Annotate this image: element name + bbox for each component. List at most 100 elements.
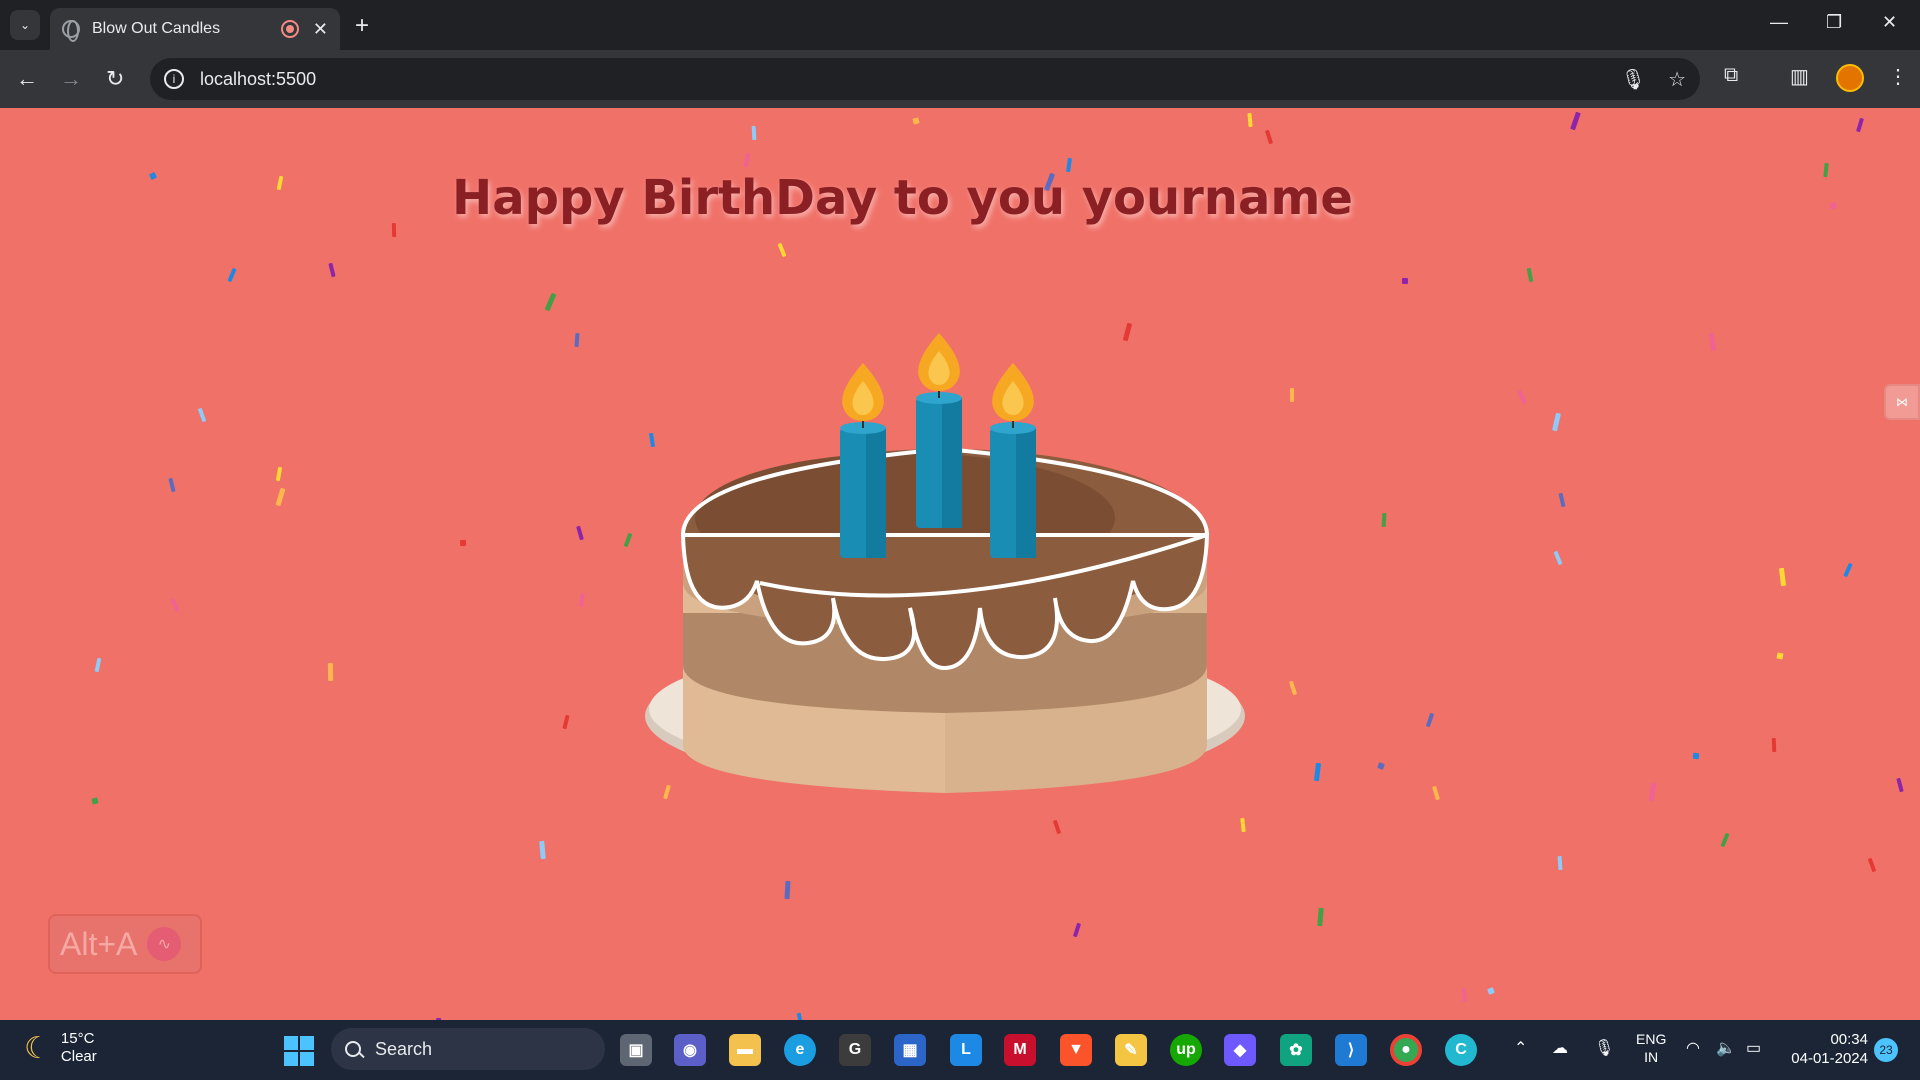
confetti-piece bbox=[1553, 550, 1563, 566]
confetti-piece bbox=[1425, 712, 1435, 728]
mcafee-icon[interactable]: M bbox=[1004, 1034, 1036, 1066]
confetti-piece bbox=[275, 466, 283, 482]
confetti-piece bbox=[170, 597, 180, 613]
url-text[interactable]: localhost:5500 bbox=[200, 69, 1599, 90]
tab-search-chevron-icon[interactable]: ⌄ bbox=[10, 10, 40, 40]
page-content: Happy BirthDay to you yourname ⋈ Alt+A ∿ bbox=[0, 108, 1920, 1020]
browser-toolbar: ← → ↻ i localhost:5500 🎙 ☆ ⧉ ▥ ⋮ bbox=[0, 50, 1920, 108]
confetti-piece bbox=[576, 525, 584, 541]
alt-a-shortcut-badge[interactable]: Alt+A ∿ bbox=[48, 914, 202, 974]
taskbar-search-label: Search bbox=[375, 1038, 433, 1059]
minimize-icon[interactable]: — bbox=[1770, 12, 1788, 33]
clock-date: 04-01-2024 bbox=[1791, 1050, 1868, 1067]
profile-avatar[interactable] bbox=[1836, 64, 1864, 92]
weather-widget[interactable]: ☾ 15°C Clear bbox=[24, 1030, 97, 1066]
confetti-piece bbox=[1867, 857, 1877, 873]
birthday-cake[interactable] bbox=[640, 323, 1250, 843]
side-extension-tab[interactable]: ⋈ bbox=[1884, 384, 1920, 420]
confetti-piece bbox=[784, 880, 791, 900]
confetti-piece bbox=[1648, 782, 1657, 802]
l-app-icon[interactable]: L bbox=[950, 1034, 982, 1066]
upwork-icon[interactable]: up bbox=[1170, 1034, 1202, 1066]
confetti-piece bbox=[227, 267, 237, 283]
side-panel-icon[interactable]: ▥ bbox=[1790, 64, 1809, 89]
reload-icon[interactable]: ↻ bbox=[106, 66, 124, 92]
taskbar-search[interactable]: Search bbox=[331, 1028, 605, 1070]
confetti-piece bbox=[1264, 129, 1274, 145]
confetti-piece bbox=[1829, 202, 1837, 210]
candle-left[interactable] bbox=[840, 363, 886, 558]
close-tab-icon[interactable]: ✕ bbox=[313, 19, 328, 40]
tray-overflow-chevron-icon[interactable]: ⌃ bbox=[1514, 1038, 1527, 1058]
onedrive-cloud-icon[interactable]: ☁ bbox=[1552, 1038, 1568, 1058]
address-bar[interactable]: i localhost:5500 🎙 ☆ bbox=[150, 58, 1700, 100]
brave-browser-icon[interactable]: ▼ bbox=[1060, 1034, 1092, 1066]
audio-wave-icon[interactable]: ∿ bbox=[147, 927, 182, 961]
menu-kebab-icon[interactable]: ⋮ bbox=[1888, 64, 1908, 89]
confetti-piece bbox=[1461, 987, 1467, 1003]
new-tab-button[interactable]: + bbox=[355, 12, 369, 40]
restore-icon[interactable]: ❐ bbox=[1826, 12, 1842, 33]
confetti-piece bbox=[1313, 762, 1322, 782]
task-view-icon[interactable]: ▣ bbox=[620, 1034, 652, 1066]
confetti-piece bbox=[1708, 332, 1717, 352]
confetti-piece bbox=[751, 125, 757, 141]
confetti-piece bbox=[544, 292, 557, 312]
confetti-piece bbox=[1401, 277, 1409, 285]
site-info-icon[interactable]: i bbox=[164, 69, 184, 89]
confetti-piece bbox=[1692, 752, 1700, 760]
confetti-piece bbox=[562, 714, 570, 730]
confetti-piece bbox=[1776, 652, 1784, 660]
microphone-icon[interactable]: 🎙 bbox=[1621, 67, 1646, 92]
g-app-icon[interactable]: G bbox=[839, 1034, 871, 1066]
teams-chat-icon[interactable]: ◉ bbox=[674, 1034, 706, 1066]
weather-temperature: 15°C bbox=[60, 1030, 95, 1047]
moon-icon: ☾ bbox=[24, 1031, 51, 1065]
confetti-piece bbox=[1317, 907, 1324, 927]
candle-middle[interactable] bbox=[916, 333, 962, 528]
confetti-piece bbox=[777, 242, 787, 258]
system-clock[interactable]: 00:34 04-01-2024 bbox=[1788, 1030, 1868, 1068]
tray-microphone-icon[interactable]: 🎙 bbox=[1594, 1038, 1614, 1058]
microsoft-store-icon[interactable]: ▦ bbox=[894, 1034, 926, 1066]
confetti-piece bbox=[743, 152, 751, 168]
back-arrow-icon[interactable]: ← bbox=[16, 66, 38, 92]
window-close-icon[interactable]: ✕ bbox=[1882, 12, 1897, 33]
chrome-icon[interactable]: ● bbox=[1390, 1034, 1422, 1066]
extensions-icon[interactable]: ⧉ bbox=[1724, 64, 1738, 87]
browser-tab[interactable]: Blow Out Candles ✕ bbox=[50, 8, 340, 50]
confetti-piece bbox=[1778, 567, 1787, 587]
confetti-piece bbox=[623, 532, 633, 548]
confetti-piece bbox=[574, 332, 580, 348]
recording-icon bbox=[280, 20, 299, 38]
edge-browser-icon[interactable]: e bbox=[784, 1034, 816, 1066]
bookmark-star-icon[interactable]: ☆ bbox=[1668, 67, 1686, 92]
confetti-piece bbox=[1720, 832, 1730, 848]
volume-icon[interactable]: 🔈 bbox=[1716, 1038, 1736, 1058]
windows-taskbar: ☾ 15°C Clear Search ▣ ◉ ▬ e G ▦ L M ▼ ✎ … bbox=[0, 1020, 1920, 1080]
confetti-piece bbox=[1432, 785, 1440, 801]
canva-icon[interactable]: C bbox=[1445, 1034, 1477, 1066]
vscode-icon[interactable]: ⟩ bbox=[1335, 1034, 1367, 1066]
diamond-app-icon[interactable]: ◆ bbox=[1224, 1034, 1256, 1066]
confetti-piece bbox=[1558, 492, 1566, 508]
windows-start-icon[interactable] bbox=[284, 1036, 314, 1066]
language-indicator[interactable]: ENG IN bbox=[1636, 1030, 1666, 1066]
battery-icon[interactable]: ▭ bbox=[1746, 1038, 1761, 1058]
sticky-notes-icon[interactable]: ✎ bbox=[1115, 1034, 1147, 1066]
confetti-piece bbox=[1247, 112, 1253, 128]
wifi-icon[interactable]: ◠ bbox=[1686, 1038, 1700, 1058]
notification-badge[interactable]: 23 bbox=[1874, 1038, 1898, 1062]
candle-right[interactable] bbox=[990, 363, 1036, 558]
confetti-piece bbox=[796, 1012, 804, 1020]
confetti-piece bbox=[1570, 111, 1581, 131]
tab-title: Blow Out Candles bbox=[92, 20, 221, 37]
confetti-piece bbox=[1856, 117, 1864, 133]
forward-arrow-icon[interactable]: → bbox=[60, 66, 82, 92]
confetti-piece bbox=[459, 539, 467, 547]
chatgpt-icon[interactable]: ✿ bbox=[1280, 1034, 1312, 1066]
confetti-piece bbox=[94, 657, 102, 673]
file-explorer-icon[interactable]: ▬ bbox=[729, 1034, 761, 1066]
confetti-piece bbox=[1526, 267, 1534, 283]
language-code: ENG bbox=[1636, 1031, 1667, 1047]
